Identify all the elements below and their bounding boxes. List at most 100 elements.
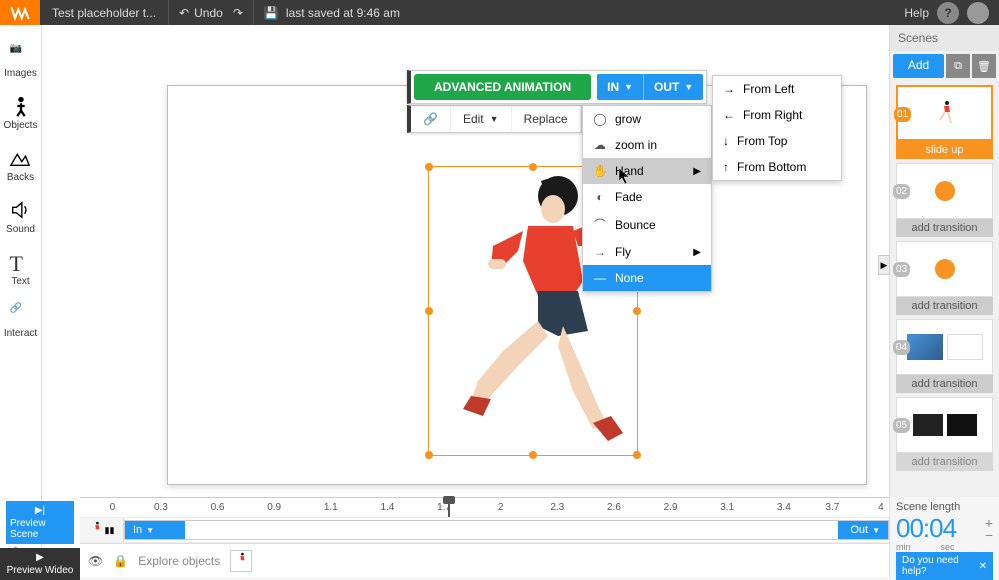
link-icon: 🔗 <box>9 303 31 325</box>
animation-in-tab[interactable]: IN▼ <box>597 74 643 100</box>
submenu-from-right[interactable]: ←From Right <box>713 102 841 128</box>
person-icon <box>10 95 32 117</box>
visibility-toggle[interactable]: 👁 <box>88 554 103 568</box>
caret-down-icon: ▼ <box>490 114 499 124</box>
timeline-track[interactable]: ▮▮ In ▼ Out▼ <box>80 518 889 544</box>
bounce-icon: ⌒ <box>593 216 607 233</box>
scene-03[interactable]: 03 add transition <box>896 241 993 315</box>
preview-wideo-button[interactable]: ▶Preview Wideo <box>0 548 80 580</box>
add-transition-button[interactable]: add transition <box>896 219 993 237</box>
scene-number: 05 <box>893 418 910 433</box>
help-label[interactable]: Help <box>904 6 929 20</box>
min-label: min <box>896 542 911 552</box>
tick: 0.9 <box>267 502 281 513</box>
duplicate-scene-button[interactable]: ⧉ <box>946 54 970 78</box>
decrease-length-button[interactable]: − <box>985 529 993 541</box>
resize-handle[interactable] <box>425 451 433 459</box>
add-transition-button[interactable]: add transition <box>896 375 993 393</box>
play-icon: ▶| <box>35 505 45 516</box>
need-help-bar[interactable]: Do you need help?✕ <box>896 552 993 580</box>
clip-in-handle[interactable]: In ▼ <box>125 521 185 540</box>
collapse-scenes-button[interactable]: ▶ <box>878 255 890 275</box>
scene-04[interactable]: 04 add transition <box>896 319 993 393</box>
undo-button[interactable]: ↶ Undo <box>179 6 223 20</box>
project-title[interactable]: Test placeholder t... <box>40 0 169 25</box>
fly-icon: → <box>593 245 607 259</box>
resize-handle[interactable] <box>529 163 537 171</box>
object-thumbnail[interactable] <box>230 550 252 572</box>
track-object-thumb[interactable]: ▮▮ <box>80 518 124 543</box>
playhead[interactable] <box>448 498 450 517</box>
menu-item-none[interactable]: —None <box>583 265 711 291</box>
scene-05[interactable]: 05 add transition <box>896 397 993 471</box>
grow-icon: ◯ <box>593 112 607 126</box>
redo-button[interactable]: ↷ <box>233 6 243 20</box>
mountains-icon <box>9 147 31 169</box>
delete-scene-button[interactable]: 🗑 <box>972 54 996 78</box>
menu-item-bounce[interactable]: ⌒Bounce <box>583 210 711 239</box>
tool-objects[interactable]: Objects <box>4 87 38 139</box>
lock-toggle[interactable]: 🔒 <box>113 554 128 568</box>
menu-item-fly[interactable]: →Fly▶ <box>583 239 711 265</box>
resize-handle[interactable] <box>425 163 433 171</box>
submenu-from-left[interactable]: →From Left <box>713 76 841 102</box>
none-icon: — <box>593 271 607 285</box>
menu-item-hand[interactable]: ✋Hand▶ <box>583 158 711 184</box>
scene-number: 03 <box>893 262 910 277</box>
logo[interactable] <box>0 0 40 25</box>
menu-label: Hand <box>615 164 644 178</box>
advanced-animation-button[interactable]: ADVANCED ANIMATION <box>414 74 591 100</box>
scene-transition-badge[interactable]: slide up <box>896 141 993 159</box>
play-icon: ▶ <box>36 552 44 563</box>
link-button[interactable]: 🔗 <box>411 106 451 132</box>
tick: 1.1 <box>324 502 338 513</box>
save-icon[interactable]: 💾 <box>264 6 278 20</box>
hand-icon: ✋ <box>593 164 607 178</box>
menu-label: Fade <box>615 190 642 204</box>
zoom-icon: ☁ <box>593 138 607 152</box>
clip-in-label: In <box>133 524 142 536</box>
menu-item-fade[interactable]: ◐Fade <box>583 184 711 210</box>
help-icon[interactable]: ? <box>937 2 959 24</box>
timeline-ruler[interactable]: 0 0.3 0.6 0.9 1.1 1.4 1.7 2 2.3 2.6 2.9 … <box>80 498 889 518</box>
tool-sound[interactable]: Sound <box>6 191 35 243</box>
menu-item-zoomin[interactable]: ☁ zoom in <box>583 132 711 158</box>
add-transition-button[interactable]: add transition <box>896 297 993 315</box>
preview-scene-button[interactable]: ▶|Preview Scene <box>6 501 74 544</box>
animation-out-tab[interactable]: OUT▼ <box>643 74 703 100</box>
caret-down-icon: ▼ <box>146 526 154 535</box>
add-transition-button[interactable]: add transition <box>896 453 993 471</box>
add-scene-button[interactable]: Add <box>893 54 944 78</box>
tick: 0.6 <box>211 502 225 513</box>
menu-item-grow[interactable]: ◯grow <box>583 106 711 132</box>
tick: 2.3 <box>550 502 564 513</box>
tool-backs[interactable]: Backs <box>7 139 34 191</box>
replace-button[interactable]: Replace <box>512 106 581 132</box>
clip-bar[interactable]: In ▼ Out▼ <box>124 520 889 541</box>
submenu-from-top[interactable]: ↓From Top <box>713 128 841 154</box>
tool-sound-label: Sound <box>6 224 35 235</box>
scene-number: 02 <box>893 184 910 199</box>
submenu-from-bottom[interactable]: ↑From Bottom <box>713 154 841 180</box>
tool-images-label: Images <box>4 68 37 79</box>
tool-text[interactable]: TText <box>10 243 32 295</box>
camera-icon: 📷 <box>9 43 31 65</box>
tick: 2 <box>498 502 504 513</box>
close-icon[interactable]: ✕ <box>979 561 987 572</box>
scene-02[interactable]: 02 add transition <box>896 163 993 237</box>
menu-label: zoom in <box>615 138 657 152</box>
edit-label: Edit <box>463 112 484 126</box>
edit-button[interactable]: Edit ▼ <box>451 106 512 132</box>
tick: 3.4 <box>777 502 791 513</box>
tool-interact[interactable]: 🔗Interact <box>4 295 37 347</box>
tool-images[interactable]: 📷 Images <box>4 35 37 87</box>
resize-handle[interactable] <box>425 307 433 315</box>
clip-out-handle[interactable]: Out▼ <box>838 521 888 540</box>
scene-01[interactable]: 01 slide up <box>896 85 993 159</box>
in-label: IN <box>607 80 619 94</box>
out-label: OUT <box>654 80 679 94</box>
avatar[interactable] <box>967 2 989 24</box>
tick: 0 <box>110 502 116 513</box>
text-icon: T <box>10 251 32 273</box>
scene-number: 01 <box>894 107 911 122</box>
